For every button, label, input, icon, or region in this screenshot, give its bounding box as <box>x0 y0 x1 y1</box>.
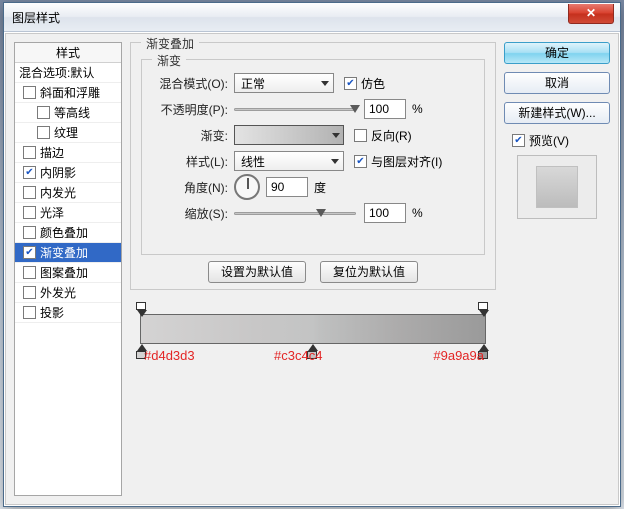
sidebar-item-3[interactable]: 描边 <box>15 143 121 163</box>
sidebar-item-8[interactable]: ✔ 渐变叠加 <box>15 243 121 263</box>
sidebar-item-label: 投影 <box>40 303 64 323</box>
dither-label: 仿色 <box>361 75 385 92</box>
sidebar-checkbox[interactable]: ✔ <box>23 246 36 259</box>
align-checkbox[interactable]: ✔ <box>354 155 367 168</box>
sidebar-item-label: 外发光 <box>40 283 76 303</box>
angle-input[interactable]: 90 <box>266 177 308 197</box>
scale-unit: % <box>412 206 423 220</box>
reverse-label: 反向(R) <box>371 127 412 144</box>
group-title: 渐变叠加 <box>141 35 199 52</box>
gradient-picker[interactable] <box>234 125 344 145</box>
sidebar-header: 样式 <box>15 43 121 63</box>
sidebar-item-2[interactable]: 纹理 <box>15 123 121 143</box>
sidebar-item-11[interactable]: 投影 <box>15 303 121 323</box>
align-label: 与图层对齐(I) <box>371 153 442 170</box>
stop-hex-annotation: #9a9a9a <box>433 348 484 363</box>
sidebar-checkbox[interactable] <box>37 126 50 139</box>
reverse-checkbox[interactable] <box>354 129 367 142</box>
titlebar: 图层样式 ✕ <box>4 3 620 32</box>
opacity-label: 不透明度(P): <box>152 101 228 118</box>
sidebar-item-7[interactable]: 颜色叠加 <box>15 223 121 243</box>
sidebar-checkbox[interactable] <box>23 86 36 99</box>
scale-label: 缩放(S): <box>152 205 228 222</box>
subgroup-title: 渐变 <box>152 52 186 69</box>
opacity-unit: % <box>412 102 423 116</box>
sidebar-checkbox[interactable] <box>23 186 36 199</box>
opacity-slider[interactable] <box>234 102 356 116</box>
layer-style-dialog: 图层样式 ✕ 样式 混合选项:默认 斜面和浮雕等高线纹理描边 ✔ 内阴影内发光光泽颜… <box>3 2 621 507</box>
sidebar-item-label: 内阴影 <box>40 163 76 183</box>
sidebar-item-label: 描边 <box>40 143 64 163</box>
dither-checkbox[interactable]: ✔ <box>344 77 357 90</box>
sidebar-checkbox[interactable]: ✔ <box>23 166 36 179</box>
preview-inner <box>536 166 578 208</box>
gradient-bar[interactable] <box>140 314 486 344</box>
new-style-button[interactable]: 新建样式(W)... <box>504 102 610 124</box>
style-label: 样式(L): <box>152 153 228 170</box>
sidebar-item-0[interactable]: 斜面和浮雕 <box>15 83 121 103</box>
gradient-label: 渐变: <box>152 127 228 144</box>
sidebar-item-5[interactable]: 内发光 <box>15 183 121 203</box>
opacity-input[interactable]: 100 <box>364 99 406 119</box>
angle-dial[interactable] <box>234 174 260 200</box>
chevron-down-icon <box>332 133 340 138</box>
client-area: 样式 混合选项:默认 斜面和浮雕等高线纹理描边✔内阴影内发光光泽颜色叠加✔渐变叠… <box>5 33 619 505</box>
sidebar-checkbox[interactable] <box>23 266 36 279</box>
ok-button[interactable]: 确定 <box>504 42 610 64</box>
sidebar-blending-defaults[interactable]: 混合选项:默认 <box>15 63 121 83</box>
styles-sidebar: 样式 混合选项:默认 斜面和浮雕等高线纹理描边 ✔ 内阴影内发光光泽颜色叠加 ✔ 渐变叠… <box>14 42 122 496</box>
window-title: 图层样式 <box>12 9 60 26</box>
sidebar-item-label: 光泽 <box>40 203 64 223</box>
blend-mode-label: 混合模式(O): <box>152 75 228 92</box>
preview-swatch <box>517 155 597 219</box>
chevron-down-icon <box>331 159 339 164</box>
gradient-subgroup: 渐变 混合模式(O): 正常 ✔ 仿色 不透明度(P): <box>141 59 485 255</box>
sidebar-item-10[interactable]: 外发光 <box>15 283 121 303</box>
sidebar-checkbox[interactable] <box>23 226 36 239</box>
preview-checkbox[interactable]: ✔ <box>512 134 525 147</box>
sidebar-item-4[interactable]: ✔ 内阴影 <box>15 163 121 183</box>
gradient-editor: #d4d3d3 #c3c4c4 #9a9a9a <box>130 300 496 344</box>
sidebar-item-9[interactable]: 图案叠加 <box>15 263 121 283</box>
sidebar-checkbox[interactable] <box>37 106 50 119</box>
gradient-overlay-group: 渐变叠加 渐变 混合模式(O): 正常 ✔ 仿色 不透明度( <box>130 42 496 290</box>
sidebar-item-label: 斜面和浮雕 <box>40 83 100 103</box>
sidebar-checkbox[interactable] <box>23 286 36 299</box>
sidebar-item-label: 颜色叠加 <box>40 223 88 243</box>
opacity-stop[interactable] <box>478 302 490 314</box>
make-default-button[interactable]: 设置为默认值 <box>208 261 306 283</box>
sidebar-item-label: 等高线 <box>54 103 90 123</box>
scale-slider[interactable] <box>234 206 356 220</box>
stop-hex-annotation: #d4d3d3 <box>144 348 195 363</box>
right-panel: 确定 取消 新建样式(W)... ✔ 预览(V) <box>504 42 610 219</box>
sidebar-checkbox[interactable] <box>23 206 36 219</box>
preview-label: 预览(V) <box>529 132 569 149</box>
chevron-down-icon <box>321 81 329 86</box>
sidebar-checkbox[interactable] <box>23 306 36 319</box>
sidebar-item-label: 渐变叠加 <box>40 243 88 263</box>
cancel-button[interactable]: 取消 <box>504 72 610 94</box>
stop-hex-annotation: #c3c4c4 <box>274 348 322 363</box>
sidebar-checkbox[interactable] <box>23 146 36 159</box>
close-button[interactable]: ✕ <box>568 4 614 24</box>
opacity-stop[interactable] <box>136 302 148 314</box>
sidebar-item-label: 图案叠加 <box>40 263 88 283</box>
style-combo[interactable]: 线性 <box>234 151 344 171</box>
scale-input[interactable]: 100 <box>364 203 406 223</box>
sidebar-item-6[interactable]: 光泽 <box>15 203 121 223</box>
sidebar-item-label: 内发光 <box>40 183 76 203</box>
reset-default-button[interactable]: 复位为默认值 <box>320 261 418 283</box>
angle-unit: 度 <box>314 179 326 196</box>
content-area: 渐变叠加 渐变 混合模式(O): 正常 ✔ 仿色 不透明度( <box>130 42 496 496</box>
sidebar-item-1[interactable]: 等高线 <box>15 103 121 123</box>
angle-label: 角度(N): <box>152 179 228 196</box>
blend-mode-combo[interactable]: 正常 <box>234 73 334 93</box>
sidebar-item-label: 纹理 <box>54 123 78 143</box>
